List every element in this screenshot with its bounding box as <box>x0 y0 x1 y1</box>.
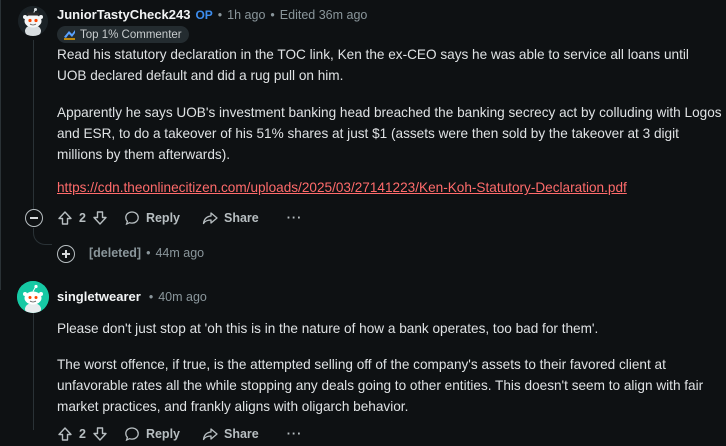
avatar[interactable] <box>17 281 49 313</box>
timestamp[interactable]: 40m ago <box>158 290 207 304</box>
share-label: Share <box>224 427 259 441</box>
comment-bubble-icon <box>125 427 139 442</box>
comment-header: JuniorTastyCheck243 OP • 1h ago • Edited… <box>57 7 367 22</box>
comment-bubble-icon <box>125 211 139 226</box>
avatar[interactable] <box>18 6 48 36</box>
thread-line[interactable] <box>33 310 34 430</box>
external-link[interactable]: https://cdn.theonlinecitizen.com/uploads… <box>57 180 627 195</box>
separator: • <box>270 7 275 22</box>
snoo-avatar-icon <box>18 6 48 36</box>
comment-thread: JuniorTastyCheck243 OP • 1h ago • Edited… <box>0 0 726 446</box>
thread-line[interactable] <box>0 0 1 290</box>
vote-group: 2 <box>57 426 108 442</box>
op-badge: OP <box>195 7 213 22</box>
downvote-icon[interactable] <box>92 426 108 442</box>
vote-count: 2 <box>79 427 86 441</box>
comment-body: Apparently he says UOB's investment bank… <box>57 102 722 165</box>
comment-paragraph: The worst offence, if true, is the attem… <box>57 357 704 414</box>
comment-body: Read his statutory declaration in the TO… <box>57 44 722 86</box>
comment-paragraph: Apparently he says UOB's investment bank… <box>57 105 722 162</box>
comment-header: singletwearer • 40m ago <box>57 289 207 304</box>
thread-connector <box>33 228 52 245</box>
timestamp[interactable]: 44m ago <box>155 246 204 260</box>
comment-action-bar: 2 Reply Share ··· <box>57 424 302 444</box>
comment-paragraph: Read his statutory declaration in the TO… <box>57 47 689 83</box>
comment-body: Please don't just stop at 'oh this is in… <box>57 318 722 339</box>
share-button[interactable]: Share <box>202 426 259 442</box>
more-options-icon: ··· <box>286 427 303 441</box>
upvote-icon[interactable] <box>57 210 73 226</box>
top-commenter-icon <box>64 30 75 40</box>
timestamp[interactable]: 1h ago <box>227 8 265 22</box>
downvote-icon[interactable] <box>92 210 108 226</box>
deleted-author: [deleted] <box>89 246 142 260</box>
more-options-button[interactable]: ··· <box>287 427 303 441</box>
share-icon <box>202 428 218 441</box>
separator: • <box>146 246 151 260</box>
separator: • <box>148 289 154 304</box>
upvote-icon[interactable] <box>57 426 73 442</box>
author-name[interactable]: singletwearer <box>57 289 141 304</box>
vote-group: 2 <box>57 210 108 226</box>
comment-paragraph: Please don't just stop at 'oh this is in… <box>57 321 599 336</box>
comment-body: The worst offence, if true, is the attem… <box>57 354 722 417</box>
flair-text: Top 1% Commenter <box>80 28 182 41</box>
minus-icon <box>30 217 38 219</box>
comment-body: https://cdn.theonlinecitizen.com/uploads… <box>57 177 722 198</box>
share-icon <box>202 212 218 225</box>
edited-label: Edited 36m ago <box>279 7 368 22</box>
reply-button[interactable]: Reply <box>124 210 180 226</box>
reply-button[interactable]: Reply <box>124 426 180 442</box>
vote-count: 2 <box>79 211 86 225</box>
reply-label: Reply <box>145 211 180 225</box>
user-flair: Top 1% Commenter <box>57 26 189 43</box>
share-label: Share <box>224 211 259 225</box>
thread-line[interactable] <box>33 40 34 218</box>
more-options-button[interactable]: ··· <box>287 211 303 225</box>
share-button[interactable]: Share <box>202 210 259 226</box>
reply-label: Reply <box>145 427 180 441</box>
more-options-icon: ··· <box>286 211 303 225</box>
comment-action-bar: 2 Reply Share ··· <box>57 208 302 228</box>
separator: • <box>217 7 223 22</box>
author-name[interactable]: JuniorTastyCheck243 <box>57 7 190 22</box>
collapse-thread-button[interactable] <box>25 209 43 227</box>
deleted-reply: [deleted] • 44m ago <box>89 246 204 260</box>
snoo-avatar-icon <box>17 281 49 313</box>
expand-reply-button[interactable] <box>57 245 75 263</box>
